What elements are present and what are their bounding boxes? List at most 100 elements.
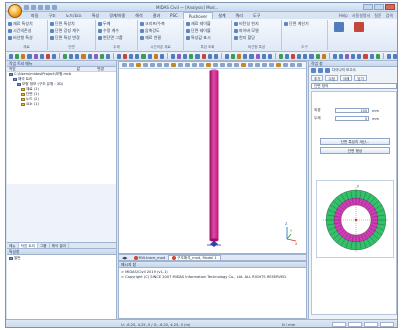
viewport-tool-icon[interactable] — [269, 63, 274, 67]
toolbar-tool-icon[interactable] — [51, 53, 57, 59]
viewport-tool-icon[interactable] — [227, 63, 232, 67]
viewport-tool-icon[interactable] — [276, 63, 281, 67]
tools-button[interactable] — [352, 22, 366, 44]
model-viewport[interactable]: X Y Z — [118, 61, 307, 254]
toolbar-tool-icon[interactable] — [224, 53, 229, 59]
viewport-tool-icon[interactable] — [234, 63, 239, 67]
viewport-tool-icon[interactable] — [206, 63, 211, 67]
toolbar-tool-icon[interactable] — [159, 53, 165, 59]
properties-item[interactable]: 일반 — [9, 256, 21, 261]
toolbar-tool-icon[interactable] — [9, 53, 14, 59]
toolbar-tool-icon[interactable] — [15, 53, 20, 59]
toolbar-tool-icon[interactable] — [392, 53, 397, 59]
toolbar-tool-icon[interactable] — [105, 53, 111, 59]
toolbar-tool-icon[interactable] — [261, 53, 266, 59]
ribbon-command[interactable]: 특성값 표시 — [186, 35, 229, 41]
viewport-tool-icon[interactable] — [290, 63, 295, 67]
toolbar-tool-icon[interactable] — [39, 53, 44, 59]
toolbar-tool-icon[interactable] — [75, 53, 80, 59]
ribbon-command[interactable]: 단면 특성 변경 — [50, 35, 93, 41]
back-icon[interactable] — [318, 68, 323, 73]
minimize-button[interactable] — [363, 4, 373, 10]
toolbar-tool-icon[interactable] — [309, 53, 314, 59]
tree-column-header[interactable]: 작업 — [7, 67, 75, 71]
ribbon-tab[interactable]: Pushover — [182, 12, 214, 19]
redo-icon[interactable] — [52, 5, 57, 10]
ribbon-command[interactable]: 단면 특성치 — [50, 21, 93, 27]
undo-icon[interactable] — [45, 5, 50, 10]
section-action-button[interactable]: 단면 특성치 계산... — [320, 138, 390, 145]
toolbar-tool-icon[interactable] — [195, 53, 200, 59]
section-action-button[interactable]: 단면 형상 — [320, 147, 390, 154]
ribbon-command[interactable]: 시간의존성 — [8, 28, 45, 34]
toolbar-tool-icon[interactable] — [291, 53, 296, 59]
viewport-tool-icon[interactable] — [283, 63, 288, 67]
toolbar-tool-icon[interactable] — [278, 53, 283, 59]
viewport-tool-icon[interactable] — [136, 63, 141, 67]
viewport-tool-icon[interactable] — [213, 63, 218, 67]
ribbon-command[interactable]: 변단면 그룹 — [98, 35, 135, 41]
toolbar-tool-icon[interactable] — [230, 53, 236, 59]
viewport-tool-icon[interactable] — [297, 63, 302, 67]
viewport-tool-icon[interactable] — [255, 63, 260, 67]
ribbon-tab[interactable]: 해석 — [130, 12, 147, 19]
ribbon-tab[interactable]: 쿼리 — [231, 12, 248, 19]
home-icon[interactable] — [311, 68, 316, 73]
status-field[interactable] — [380, 322, 394, 327]
toolbar-tool-icon[interactable] — [189, 53, 194, 59]
toolbar-tool-icon[interactable] — [303, 53, 308, 59]
toolbar-tool-icon[interactable] — [345, 53, 350, 59]
new-icon[interactable] — [24, 5, 29, 10]
document-tab[interactable]: MVLtrace_mod — [131, 255, 169, 261]
viewport-tool-icon[interactable] — [220, 63, 225, 67]
section-type-select[interactable]: 단면 정의 — [311, 83, 397, 89]
viewport-tool-icon[interactable] — [178, 63, 183, 67]
toolbar-tool-icon[interactable] — [93, 53, 98, 59]
task-button[interactable]: 삭제 — [339, 75, 353, 81]
status-field[interactable] — [364, 322, 378, 327]
viewport-tool-icon[interactable] — [171, 63, 176, 67]
ribbon-command[interactable]: 단면 강성 계수 — [50, 28, 93, 34]
tree-column-header[interactable]: 변경 — [95, 67, 116, 71]
viewport-tool-icon[interactable] — [129, 63, 134, 67]
section-field-input[interactable]: 100 — [335, 108, 369, 113]
toolbar-tool-icon[interactable] — [45, 53, 50, 59]
viewport-tool-icon[interactable] — [192, 63, 197, 67]
ribbon-command[interactable]: 힌지 할당 — [234, 35, 279, 41]
column-member[interactable] — [209, 71, 219, 240]
maximize-button[interactable] — [374, 4, 384, 10]
toolbar-tool-icon[interactable] — [243, 53, 248, 59]
toolbar-tool-icon[interactable] — [21, 53, 26, 59]
toolbar-tool-icon[interactable] — [33, 53, 38, 59]
section-field-input[interactable]: 5 — [335, 116, 369, 121]
ribbon-command[interactable]: 두께 — [98, 21, 135, 27]
toolbar-tool-icon[interactable] — [351, 53, 356, 59]
toolbar-tool-icon[interactable] — [386, 53, 391, 59]
toolbar-tool-icon[interactable] — [27, 53, 32, 59]
ribbon-command[interactable]: 단면 테이블 — [186, 28, 229, 34]
viewport-tool-icon[interactable] — [164, 63, 169, 67]
toolbar-tool-icon[interactable] — [69, 53, 74, 59]
tree-item[interactable]: 요소 (1) — [7, 102, 116, 107]
toolbar-tool-icon[interactable] — [267, 53, 272, 59]
toolbar-tool-icon[interactable] — [375, 53, 380, 59]
toolbar-tool-icon[interactable] — [332, 53, 337, 59]
viewport-tool-icon[interactable] — [150, 63, 155, 67]
ribbon-command[interactable]: 비선형 특성 — [8, 35, 45, 41]
status-field[interactable] — [348, 322, 362, 327]
toolbar-tool-icon[interactable] — [81, 53, 86, 59]
forward-icon[interactable] — [325, 68, 330, 73]
viewport-tool-icon[interactable] — [262, 63, 267, 67]
toolbar-tool-icon[interactable] — [321, 53, 326, 59]
report-label[interactable]: 다이나믹 보고서 — [332, 68, 356, 73]
toolbar-tool-icon[interactable] — [284, 53, 290, 59]
ribbon-command[interactable]: 단면 계산기 — [284, 21, 325, 27]
ribbon-tab[interactable]: 노드/요소 — [61, 12, 87, 19]
viewport-tool-icon[interactable] — [157, 63, 162, 67]
toolbar-tool-icon[interactable] — [135, 53, 140, 59]
tree-column-header[interactable]: 값 — [75, 67, 96, 71]
open-icon[interactable] — [31, 5, 36, 10]
viewport-tool-icon[interactable] — [185, 63, 190, 67]
task-button[interactable]: 추가 — [311, 75, 324, 81]
ribbon-command[interactable]: 수정 계수 — [98, 28, 135, 34]
